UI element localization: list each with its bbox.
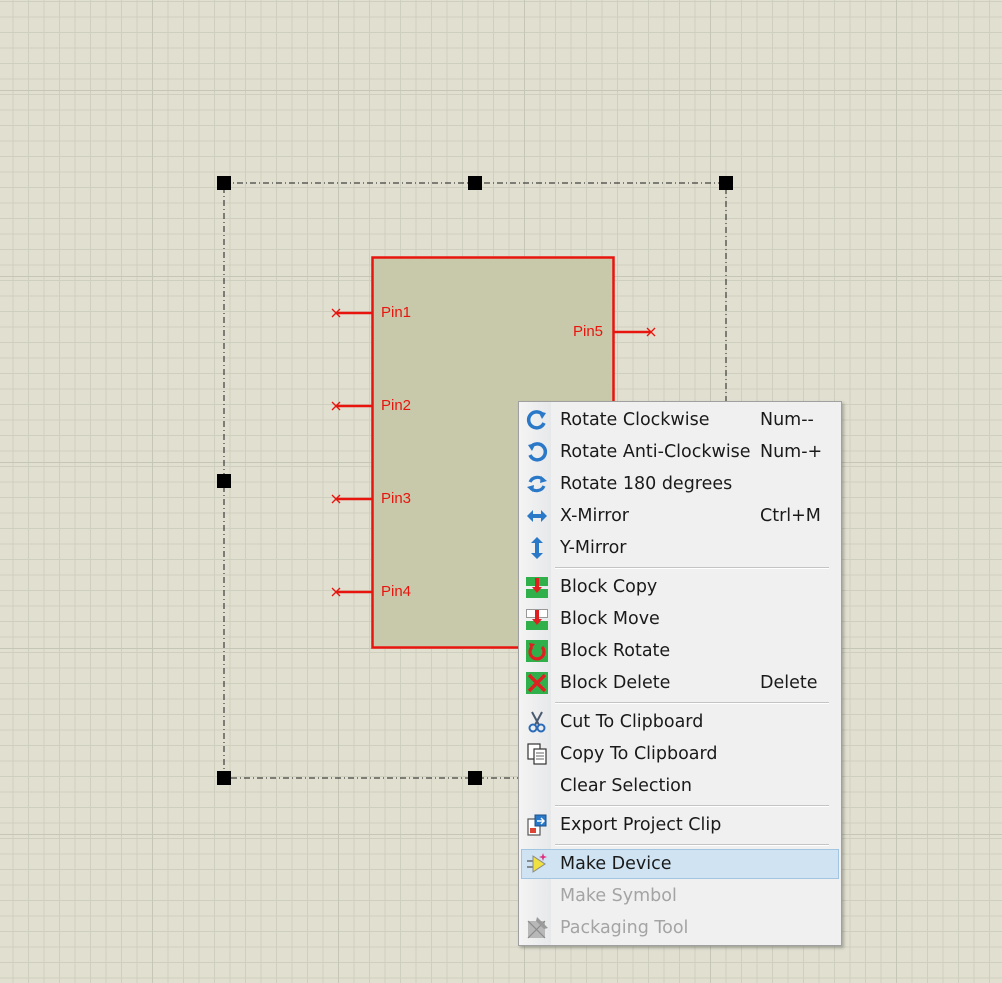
copy-icon [527, 743, 547, 765]
handle-middle-left [217, 474, 231, 488]
menu-item-make-device[interactable]: Make Device [521, 849, 839, 879]
menu-item-label: Block Delete [560, 673, 671, 693]
menu-item-make-symbol[interactable]: Make Symbol [521, 881, 839, 911]
menu-item-label: Block Rotate [560, 641, 671, 661]
menu-item-rotate-clockwise[interactable]: Rotate Clockwise Num-- [521, 405, 839, 435]
schematic-canvas[interactable] [0, 0, 1002, 983]
pin-label: Pin5 [573, 323, 604, 340]
menu-item-label: Rotate Clockwise [560, 410, 710, 430]
block-move-icon [526, 609, 548, 630]
packaging-tool-icon [527, 917, 548, 939]
handle-top-center [468, 176, 482, 190]
menu-item-label: Export Project Clip [560, 815, 722, 835]
menu-item-y-mirror[interactable]: Y-Mirror [521, 533, 839, 563]
menu-item-x-mirror[interactable]: X-Mirror Ctrl+M [521, 501, 839, 531]
rotate-anticlockwise-icon [528, 442, 548, 462]
block-copy-icon [526, 577, 548, 598]
menu-item-export-project-clip[interactable]: Export Project Clip [521, 810, 839, 840]
make-device-icon [527, 853, 547, 873]
menu-item-block-delete[interactable]: Block Delete Delete [521, 668, 839, 698]
pin-label: Pin2 [381, 397, 412, 414]
menu-item-label: Packaging Tool [560, 918, 689, 938]
menu-separator [555, 567, 829, 569]
menu-item-clear-selection[interactable]: Clear Selection [521, 771, 839, 801]
pin-label: Pin4 [381, 583, 412, 600]
menu-item-label: Block Move [560, 609, 660, 629]
context-menu: Rotate Clockwise Num-- Rotate Anti-Clock… [518, 401, 842, 946]
x-mirror-icon [527, 510, 547, 522]
block-delete-icon [526, 672, 548, 694]
menu-item-cut-to-clipboard[interactable]: Cut To Clipboard [521, 707, 839, 737]
menu-item-rotate-anticlockwise[interactable]: Rotate Anti-Clockwise Num-+ [521, 437, 839, 467]
menu-item-shortcut: Num-+ [760, 442, 823, 462]
y-mirror-icon [531, 537, 543, 559]
menu-item-rotate-180[interactable]: Rotate 180 degrees [521, 469, 839, 499]
menu-item-label: Make Symbol [560, 886, 677, 906]
menu-item-label: Clear Selection [560, 776, 692, 796]
handle-top-right [719, 176, 733, 190]
menu-item-label: X-Mirror [560, 506, 629, 526]
pin-label: Pin3 [381, 490, 412, 507]
export-clip-icon [527, 814, 547, 836]
handle-bottom-left [217, 771, 231, 785]
menu-item-block-rotate[interactable]: Block Rotate [521, 636, 839, 666]
menu-item-shortcut: Ctrl+M [760, 506, 821, 526]
block-rotate-icon [526, 640, 548, 662]
menu-item-shortcut: Num-- [760, 410, 814, 430]
menu-item-block-move[interactable]: Block Move [521, 604, 839, 634]
menu-item-label: Y-Mirror [560, 538, 627, 558]
handle-bottom-center [468, 771, 482, 785]
menu-item-label: Rotate Anti-Clockwise [560, 442, 751, 462]
menu-separator [555, 844, 829, 846]
menu-item-label: Copy To Clipboard [560, 744, 718, 764]
menu-item-packaging-tool[interactable]: Packaging Tool [521, 913, 839, 943]
menu-item-copy-to-clipboard[interactable]: Copy To Clipboard [521, 739, 839, 769]
scissors-icon [528, 711, 546, 733]
handle-top-left [217, 176, 231, 190]
menu-item-block-copy[interactable]: Block Copy [521, 572, 839, 602]
rotate-180-icon [527, 475, 547, 493]
pin-label: Pin1 [381, 304, 412, 321]
menu-separator [555, 805, 829, 807]
menu-item-label: Rotate 180 degrees [560, 474, 733, 494]
rotate-clockwise-icon [526, 410, 546, 430]
menu-item-label: Cut To Clipboard [560, 712, 704, 732]
menu-item-label: Block Copy [560, 577, 658, 597]
menu-item-shortcut: Delete [760, 673, 818, 693]
menu-item-label: Make Device [560, 854, 672, 874]
menu-separator [555, 702, 829, 704]
